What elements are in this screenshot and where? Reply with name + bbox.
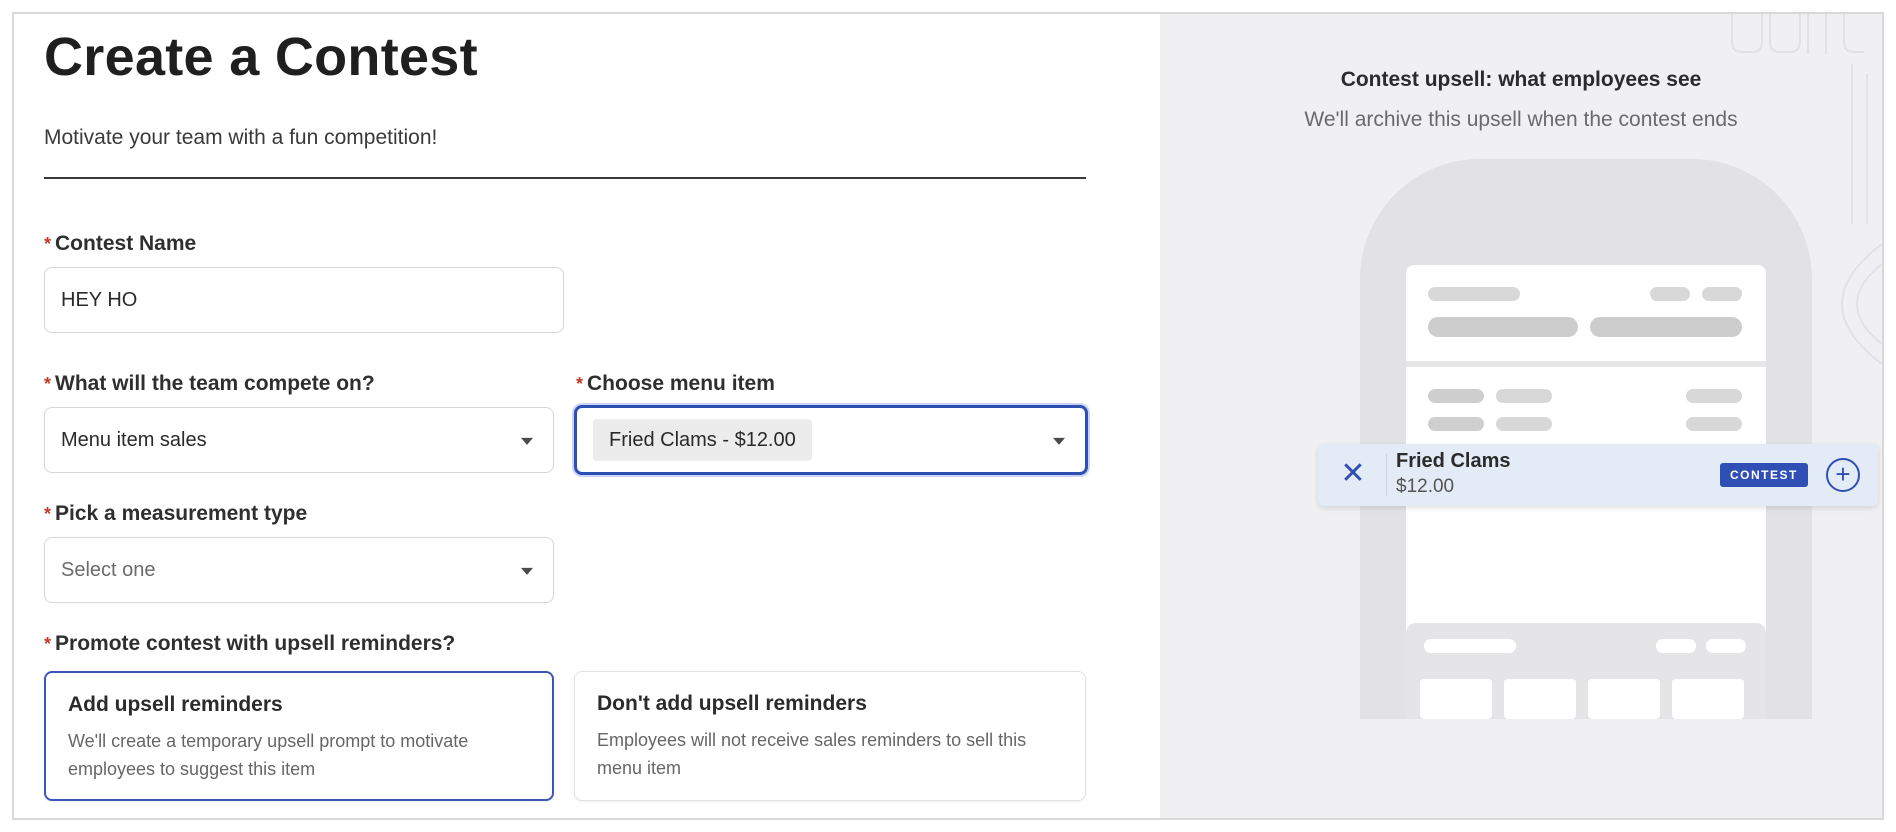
measurement-label: * Pick a measurement type: [44, 502, 308, 525]
placeholder-bar: [1428, 417, 1484, 431]
caret-down-icon: [521, 437, 533, 445]
placeholder-bar: [1686, 389, 1742, 403]
no-upsell-option[interactable]: Don't add upsell reminders Employees wil…: [574, 671, 1086, 801]
preview-subtitle: We'll archive this upsell when the conte…: [1304, 108, 1738, 131]
placeholder-bar: [1428, 389, 1484, 403]
required-marker: *: [44, 504, 52, 524]
option-title: Don't add upsell reminders: [597, 692, 867, 715]
placeholder-bar: [1428, 317, 1578, 337]
placeholder-bar: [1496, 417, 1552, 431]
close-icon[interactable]: ✕: [1338, 459, 1368, 490]
compete-on-value: Menu item sales: [61, 428, 207, 451]
option-title: Add upsell reminders: [68, 693, 283, 716]
upsell-question-label: * Promote contest with upsell reminders?: [44, 632, 456, 655]
placeholder-bar: [1590, 317, 1742, 337]
contest-name-value: HEY HO: [61, 288, 138, 311]
contest-name-label: * Contest Name: [44, 232, 197, 255]
menu-item-select[interactable]: Fried Clams - $12.00: [574, 405, 1088, 475]
upsell-item-price: $12.00: [1396, 476, 1455, 497]
screen-divider: [1406, 361, 1766, 367]
placeholder-bar: [1650, 287, 1690, 301]
required-marker: *: [44, 634, 52, 654]
placeholder-bar: [1702, 287, 1742, 301]
upsell-item-name: Fried Clams: [1396, 450, 1511, 472]
menu-item-label: * Choose menu item: [576, 372, 775, 395]
placeholder-bar: [1656, 639, 1696, 653]
caret-down-icon: [521, 567, 533, 575]
required-marker: *: [44, 234, 52, 254]
measurement-select[interactable]: Select one: [44, 537, 554, 603]
contest-form: Create a Contest Motivate your team with…: [30, 14, 1160, 818]
plus-circle-icon[interactable]: +: [1826, 458, 1860, 492]
contest-badge: CONTEST: [1720, 463, 1808, 487]
key-tile: [1420, 679, 1492, 719]
preview-title: Contest upsell: what employees see: [1340, 68, 1702, 91]
placeholder-bar: [1496, 389, 1552, 403]
compete-on-label: * What will the team compete on?: [44, 372, 375, 395]
divider: [44, 177, 1086, 179]
required-marker: *: [44, 374, 52, 394]
add-upsell-option[interactable]: Add upsell reminders We'll create a temp…: [44, 671, 554, 801]
upsell-reminder-card: ✕ Fried Clams $12.00 CONTEST +: [1318, 444, 1878, 506]
upsell-preview-panel: Contest upsell: what employees see We'll…: [1160, 14, 1882, 818]
required-marker: *: [576, 374, 584, 394]
caret-down-icon: [1053, 437, 1065, 445]
option-description: We'll create a temporary upsell prompt t…: [68, 731, 469, 779]
option-description: Employees will not receive sales reminde…: [597, 730, 1027, 778]
placeholder-bar: [1686, 417, 1742, 431]
app-window: Create a Contest Motivate your team with…: [12, 12, 1884, 820]
key-tile: [1588, 679, 1660, 719]
contest-name-input[interactable]: HEY HO: [44, 267, 564, 333]
measurement-placeholder: Select one: [61, 558, 156, 581]
page-subtitle: Motivate your team with a fun competitio…: [44, 126, 438, 149]
key-tile: [1672, 679, 1744, 719]
compete-on-select[interactable]: Menu item sales: [44, 407, 554, 473]
placeholder-bar: [1706, 639, 1746, 653]
placeholder-bar: [1424, 639, 1516, 653]
page-title: Create a Contest: [44, 27, 478, 87]
key-tile: [1504, 679, 1576, 719]
selected-menu-item-chip[interactable]: Fried Clams - $12.00: [593, 419, 812, 461]
upsell-separator: [1386, 454, 1387, 496]
placeholder-bar: [1428, 287, 1520, 301]
